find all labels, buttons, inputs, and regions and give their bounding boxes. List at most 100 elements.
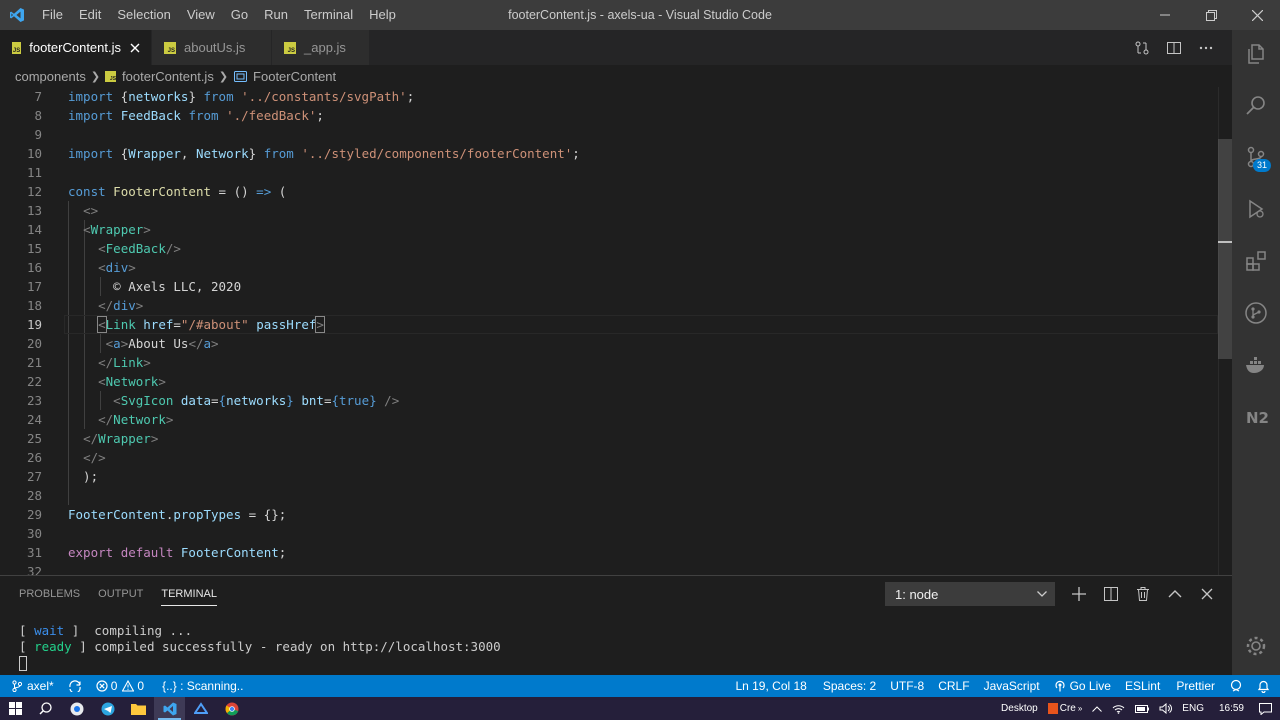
code-line[interactable]: 13 <> [0,201,1218,220]
n2-extension-button[interactable]: N2 [1232,393,1280,441]
language-mode[interactable]: JavaScript [977,675,1047,697]
menu-help[interactable]: Help [361,0,404,30]
code-line[interactable]: 12 const FooterContent = () => ( [0,182,1218,201]
end-of-line[interactable]: CRLF [931,675,976,697]
breadcrumb-file[interactable]: footerContent.js [122,69,214,84]
notifications-button[interactable] [1250,675,1280,697]
taskbar-azure-data[interactable] [185,697,216,720]
code-line[interactable]: 24 </Network> [0,410,1218,429]
code-line[interactable]: 26 </> [0,448,1218,467]
taskbar-telegram[interactable] [92,697,123,720]
open-changes-button[interactable] [1126,30,1158,65]
problems-indicator[interactable]: 0 0 [89,675,151,697]
taskbar-search-button[interactable] [30,697,61,720]
code-line[interactable]: 18 </div> [0,296,1218,315]
tab-terminal[interactable]: TERMINAL [152,576,226,612]
desktop-toolbar[interactable]: Desktop [996,697,1043,720]
code-line[interactable]: 29 FooterContent.propTypes = {}; [0,505,1218,524]
show-hidden-icons-button[interactable] [1087,697,1107,720]
start-button[interactable] [0,697,30,720]
code-editor[interactable]: 7 import {networks} from '../constants/sv… [0,87,1232,575]
wifi-indicator[interactable] [1107,697,1130,720]
code-line[interactable]: 19 <Link href="/#about" passHref> [0,315,1218,334]
code-line[interactable]: 23 <SvgIcon data={networks} bnt={true} /… [0,391,1218,410]
split-terminal-button[interactable] [1095,580,1127,608]
taskbar-file-explorer[interactable] [123,697,154,720]
language-indicator[interactable]: ENG [1177,697,1209,720]
menu-file[interactable]: File [34,0,71,30]
branch-indicator[interactable]: axel* [0,675,61,697]
code-line[interactable]: 27 ); [0,467,1218,486]
maximize-panel-button[interactable] [1159,580,1191,608]
terminal-select[interactable]: 1: node [885,582,1055,606]
git-graph-button[interactable] [1232,289,1280,337]
new-terminal-button[interactable] [1063,580,1095,608]
breadcrumb-symbol[interactable]: FooterContent [253,69,336,84]
code-line[interactable]: 15 <FeedBack/> [0,239,1218,258]
cursor-position[interactable]: Ln 19, Col 18 [728,675,813,697]
tab-close-button[interactable] [129,40,141,56]
go-live-button[interactable]: Go Live [1047,675,1118,697]
minimize-button[interactable] [1142,0,1188,30]
code-line[interactable]: 21 </Link> [0,353,1218,372]
close-window-button[interactable] [1234,0,1280,30]
encoding[interactable]: UTF-8 [883,675,931,697]
manage-button[interactable] [1232,622,1280,670]
tab-footercontent[interactable]: JS footerContent.js [0,30,152,65]
battery-indicator[interactable] [1130,697,1154,720]
scrollbar-thumb[interactable] [1218,139,1232,359]
code-line[interactable]: 20 <a>About Us</a> [0,334,1218,353]
taskbar-chrome-alt[interactable] [61,697,92,720]
split-editor-button[interactable] [1158,30,1190,65]
run-debug-button[interactable] [1232,185,1280,233]
docker-button[interactable] [1232,341,1280,389]
extensions-button[interactable] [1232,237,1280,285]
explorer-button[interactable] [1232,30,1280,78]
tab-aboutus[interactable]: JS aboutUs.js [152,30,272,65]
terminal-output[interactable]: [ wait ] compiling ... [ ready ] compile… [19,623,501,671]
code-line[interactable]: 25 </Wrapper> [0,429,1218,448]
menu-go[interactable]: Go [223,0,256,30]
menu-terminal[interactable]: Terminal [296,0,361,30]
tab-output[interactable]: OUTPUT [89,576,152,612]
menu-view[interactable]: View [179,0,223,30]
clock[interactable]: 16:59 [1209,697,1254,720]
code-line[interactable]: 17 © Axels LLC, 2020 [0,277,1218,296]
tab-app[interactable]: JS _app.js [272,30,370,65]
more-actions-button[interactable] [1190,30,1222,65]
feedback-button[interactable] [1222,675,1250,697]
code-line[interactable]: 10 import {Wrapper, Network} from '../sty… [0,144,1218,163]
search-button[interactable] [1232,81,1280,129]
menu-run[interactable]: Run [256,0,296,30]
tray-app[interactable]: Cre» [1043,697,1088,720]
restore-button[interactable] [1188,0,1234,30]
volume-indicator[interactable] [1154,697,1177,720]
code-line[interactable]: 32 [0,562,1218,575]
code-line[interactable]: 8 import FeedBack from './feedBack'; [0,106,1218,125]
code-line[interactable]: 31 export default FooterContent; [0,543,1218,562]
tab-problems[interactable]: PROBLEMS [10,576,89,612]
code-line[interactable]: 30 [0,524,1218,543]
code-line[interactable]: 16 <div> [0,258,1218,277]
taskbar-vscode[interactable] [154,697,185,720]
code-line[interactable]: 14 <Wrapper> [0,220,1218,239]
code-line[interactable]: 9 [0,125,1218,144]
scanning-status[interactable]: {..} : Scanning.. [155,675,250,697]
source-control-button[interactable]: 31 [1232,133,1280,181]
notification-center-button[interactable] [1254,697,1280,720]
code-line[interactable]: 28 [0,486,1218,505]
code-line[interactable]: 7 import {networks} from '../constants/sv… [0,87,1218,106]
breadcrumb-folder[interactable]: components [15,69,86,84]
indentation[interactable]: Spaces: 2 [816,675,883,697]
editor-scrollbar[interactable] [1218,87,1232,575]
sync-button[interactable] [61,675,89,697]
prettier-status[interactable]: Prettier [1169,675,1222,697]
code-line[interactable]: 11 [0,163,1218,182]
menu-selection[interactable]: Selection [109,0,178,30]
eslint-status[interactable]: ESLint [1118,675,1167,697]
kill-terminal-button[interactable] [1127,580,1159,608]
close-panel-button[interactable] [1191,580,1223,608]
code-line[interactable]: 22 <Network> [0,372,1218,391]
taskbar-chrome[interactable] [216,697,247,720]
menu-edit[interactable]: Edit [71,0,109,30]
